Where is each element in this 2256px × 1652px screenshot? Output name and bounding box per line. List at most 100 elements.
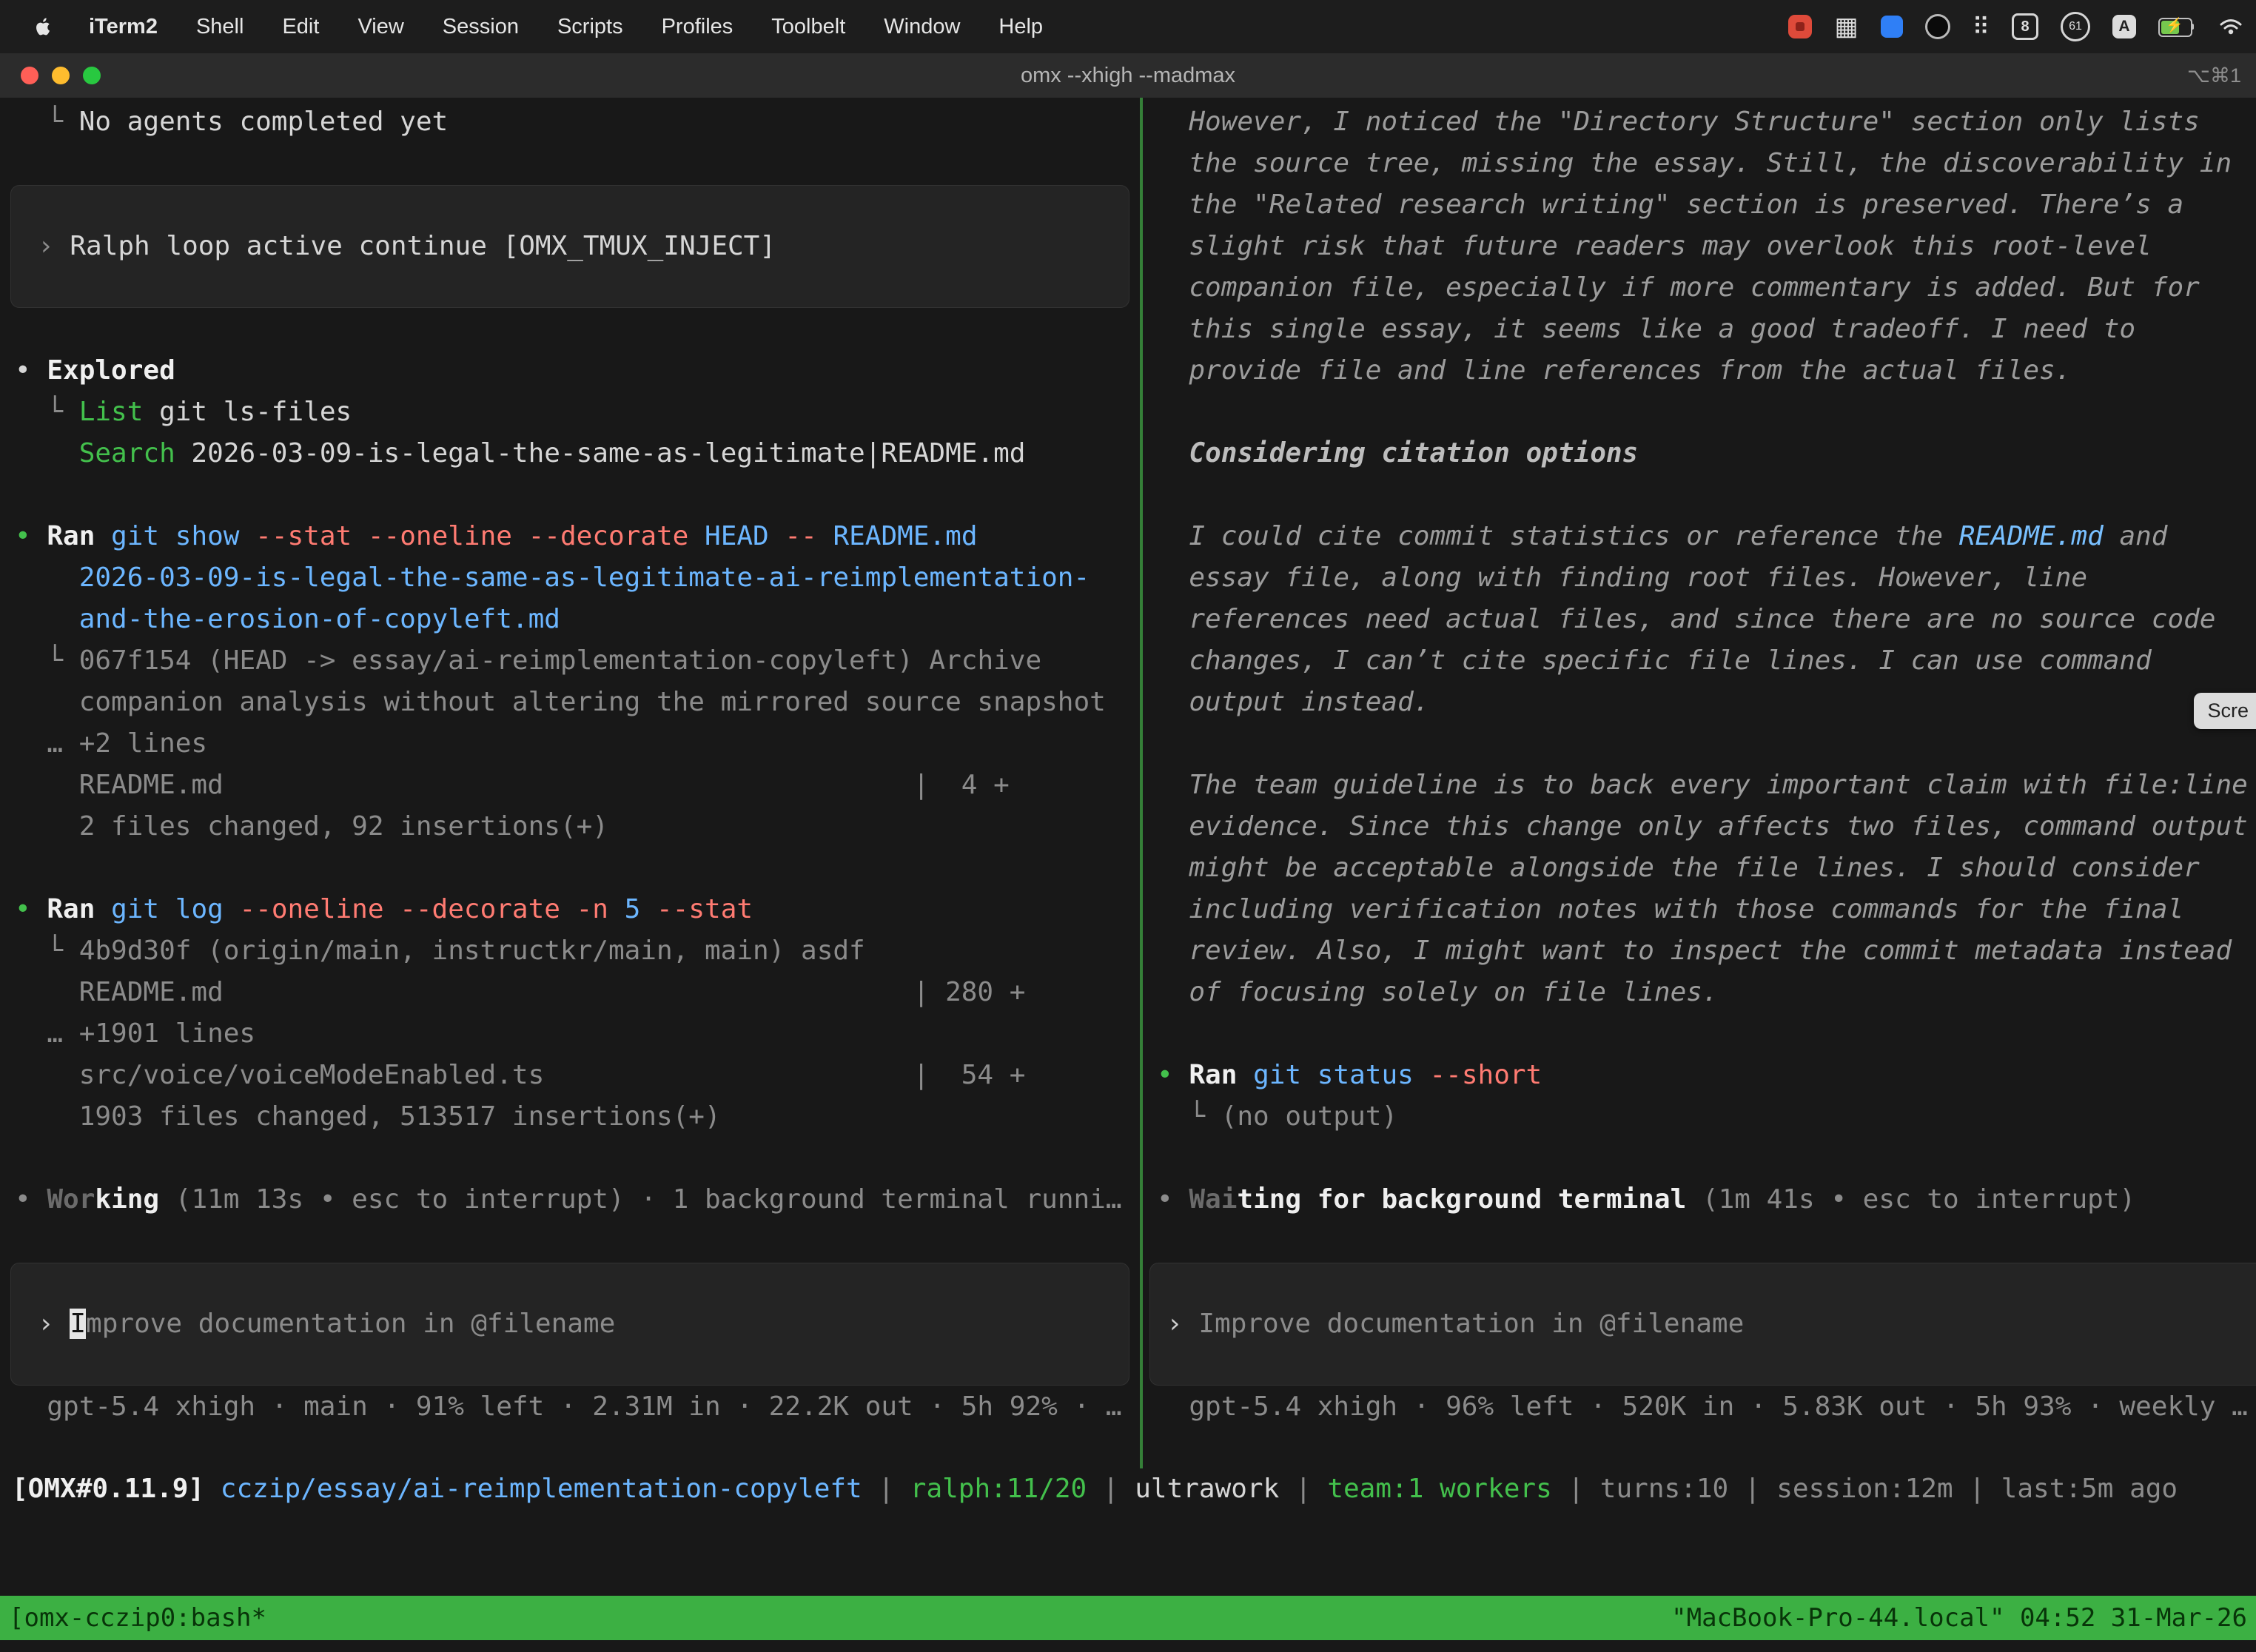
text-segment: mprove documentation in @filename [86, 1309, 615, 1339]
prompt-input[interactable]: › Improve documentation in @filename [1149, 1263, 2256, 1386]
terminal-line: including verification notes with those … [1145, 889, 2256, 930]
box-line: › Improve documentation in @filename [11, 1303, 615, 1345]
text-segment [95, 894, 111, 924]
text-segment: › [38, 1309, 70, 1339]
text-segment: -- [785, 521, 833, 551]
terminal-line: 1903 files changed, 513517 insertions(+) [0, 1096, 1140, 1138]
menu-item-profiles[interactable]: Profiles [662, 15, 733, 39]
input-source-icon[interactable]: A [2112, 15, 2136, 38]
keypad-icon[interactable]: 8 [2012, 13, 2038, 40]
text-segment: (no output) [1221, 1101, 1397, 1132]
title-bar: omx --xhigh --madmax ⌥⌘1 [0, 53, 2256, 98]
menu-item-scripts[interactable]: Scripts [557, 15, 623, 39]
text-segment: ultrawork [1135, 1474, 1279, 1504]
terminal-line: src/voice/voiceModeEnabled.ts | 54 + [0, 1055, 1140, 1096]
window-grid-icon[interactable]: ▦ [1834, 12, 1858, 41]
working-status-line: • Working (11m 13s • esc to interrupt) ·… [0, 1179, 1140, 1220]
text-segment: | [1087, 1474, 1135, 1504]
blue-app-icon[interactable] [1881, 16, 1903, 38]
text-segment: might be acceptable alongside the file l… [1157, 853, 2200, 883]
text-segment: 067f154 (HEAD -> essay/ai-reimplementati… [79, 645, 1041, 676]
text-segment: 5 [625, 894, 657, 924]
text-segment: including verification notes with those … [1157, 894, 2183, 924]
menu-item-session[interactable]: Session [443, 15, 519, 39]
text-segment: evidence. Since this change only affects… [1157, 811, 2248, 842]
text-segment: output instead. [1157, 687, 1429, 717]
text-segment: --oneline --decorate -n [239, 894, 624, 924]
text-segment: --stat [657, 894, 753, 924]
box-line: › Ralph loop active continue [OMX_TMUX_I… [11, 226, 776, 267]
terminal-line: README.md | 4 + [0, 765, 1140, 806]
screen: iTerm2 Shell Edit View Session Scripts Profile… [0, 0, 2256, 1652]
text-segment: The team guideline is to back every impo… [1157, 770, 2248, 800]
terminal-line: … +2 lines [0, 723, 1140, 765]
text-segment: Improve documentation in @filename [1198, 1309, 1744, 1339]
text-segment: turns:10 [1600, 1474, 1728, 1504]
battery-icon[interactable]: ⚡ [2158, 17, 2197, 36]
menu-item-help[interactable]: Help [998, 15, 1043, 39]
text-segment: └ [15, 107, 79, 137]
wifi-icon[interactable] [2219, 18, 2243, 36]
window-title: omx --xhigh --madmax [0, 53, 2256, 98]
terminal-line-blank [1145, 1013, 2256, 1055]
terminal-line: Search 2026-03-09-is-legal-the-same-as-l… [0, 433, 1140, 474]
text-segment: README.md | 280 + [15, 977, 1025, 1007]
terminal-line-blank [0, 1138, 1140, 1179]
battery-percent-badge[interactable]: 61 [2061, 12, 2090, 41]
terminal-line-blank [0, 1220, 1140, 1262]
text-segment: Wor [47, 1184, 95, 1215]
menu-item-iterm2[interactable]: iTerm2 [89, 15, 158, 39]
text-segment: Considering citation options [1157, 438, 1638, 469]
agent-pane-left[interactable]: └ No agents completed yet› Ralph loop ac… [0, 98, 1140, 1468]
menu-items: iTerm2 Shell Edit View Session Scripts Profile… [62, 15, 1043, 39]
dark-app-icon[interactable] [1925, 14, 1950, 39]
terminal-line-blank [1145, 723, 2256, 765]
text-segment: gpt-5.4 xhigh · main · 91% left · 2.31M … [15, 1391, 1122, 1422]
terminal-line: • Ran git status --short [1145, 1055, 2256, 1096]
text-segment: the source tree, missing the essay. Stil… [1157, 148, 2232, 178]
text-segment: changes, I can’t cite specific file line… [1157, 645, 2152, 676]
menu-item-edit[interactable]: Edit [282, 15, 319, 39]
text-segment: Explored [47, 355, 175, 386]
thinking-heading: Considering citation options [1145, 433, 2256, 474]
text-segment: git log [111, 894, 239, 924]
prompt-input[interactable]: › Improve documentation in @filename [10, 1263, 1129, 1386]
text-segment: (11m 13s • esc to interrupt) · 1 backgro… [159, 1184, 1121, 1215]
agent-pane-right[interactable]: However, I noticed the "Directory Struct… [1145, 98, 2256, 1468]
text-segment: 4b9d30f (origin/main, instructkr/main, m… [79, 936, 865, 966]
menu-item-toolbelt[interactable]: Toolbelt [771, 15, 845, 39]
text-segment: team:1 workers [1327, 1474, 1551, 1504]
terminal-line: of focusing solely on file lines. [1145, 972, 2256, 1013]
text-segment: | [862, 1474, 910, 1504]
text-segment: … +2 lines [15, 728, 207, 759]
menu-item-view[interactable]: View [357, 15, 403, 39]
text-segment: provide file and line references from th… [1157, 355, 2071, 386]
text-segment: git ls-files [143, 397, 352, 427]
terminal-line-blank [0, 474, 1140, 516]
text-segment: • [1157, 1184, 1189, 1215]
text-segment: essay file, along with finding root file… [1157, 563, 2087, 593]
terminal-line: references need actual files, and since … [1145, 599, 2256, 640]
dots-grid-icon[interactable]: ⠿ [1973, 13, 1990, 41]
terminal-line: The team guideline is to back every impo… [1145, 765, 2256, 806]
terminal-line: the source tree, missing the essay. Stil… [1145, 143, 2256, 184]
menu-item-shell[interactable]: Shell [196, 15, 244, 39]
text-segment: king [95, 1184, 159, 1215]
text-segment: However, I noticed the "Directory Struct… [1157, 107, 2200, 137]
menu-item-window[interactable]: Window [884, 15, 960, 39]
text-segment: • [15, 355, 47, 386]
pane-divider[interactable] [1140, 98, 1143, 1468]
text-segment: ralph:11/20 [910, 1474, 1087, 1504]
text-segment: › [1166, 1309, 1198, 1339]
terminal-line: essay file, along with finding root file… [1145, 557, 2256, 599]
text-segment: 2 files changed, 92 insertions(+) [15, 811, 608, 842]
screen-recording-indicator[interactable] [1788, 15, 1812, 38]
text-segment [15, 438, 79, 469]
window-hotkey: ⌥⌘1 [2187, 53, 2241, 98]
tmux-host-clock: "MacBook-Pro-44.local" 04:52 31-Mar-26 [1671, 1603, 2247, 1633]
ralph-loop-message: › Ralph loop active continue [OMX_TMUX_I… [10, 185, 1129, 308]
terminal-line: └ 4b9d30f (origin/main, instructkr/main,… [0, 930, 1140, 972]
screen-overlay-button[interactable]: Scre [2194, 693, 2256, 729]
text-segment: • [15, 521, 47, 551]
apple-menu-icon[interactable] [33, 12, 58, 41]
